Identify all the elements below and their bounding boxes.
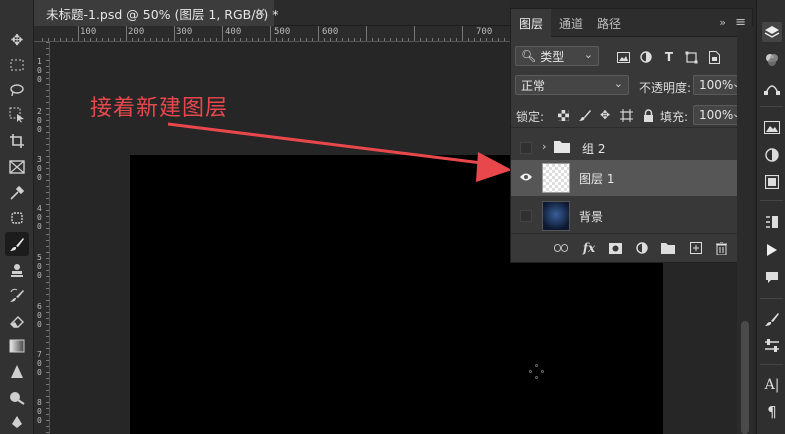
filter-kind-label: 类型 — [540, 49, 565, 64]
blend-mode-value: 正常 — [521, 78, 546, 93]
eye-icon[interactable] — [519, 170, 533, 186]
link-layers-icon[interactable] — [553, 240, 569, 256]
add-mask-icon[interactable] — [607, 240, 623, 256]
lock-transparent-icon[interactable] — [555, 107, 571, 123]
adjust-icon[interactable] — [762, 145, 782, 165]
folder-icon — [554, 140, 570, 156]
layer-thumbnail — [542, 201, 570, 231]
opacity-label: 不透明度: — [639, 81, 692, 95]
layers-panel: 图层 通道 路径 » ≡ 🔍︎ 类型 ⌄ T 正常 ⌄ 不透明度: 100% 锁… — [510, 8, 753, 263]
paragraph-icon[interactable]: ¶ — [762, 402, 782, 422]
fill-label: 填充: — [660, 110, 689, 124]
layer-row-pixel[interactable]: 图层 1 — [511, 160, 752, 196]
new-group-icon[interactable] — [660, 240, 676, 256]
document-scrollbar[interactable] — [737, 26, 753, 434]
paths-icon[interactable] — [762, 78, 782, 98]
layer-row-background[interactable]: 背景 — [511, 198, 752, 234]
lock-position-icon[interactable]: ✥ — [597, 107, 613, 123]
brush-settings-icon[interactable] — [762, 309, 782, 329]
filter-adjustment-icon[interactable] — [638, 49, 654, 65]
scroll-thumb[interactable] — [741, 321, 749, 434]
visibility-toggle[interactable] — [520, 142, 532, 154]
properties-icon[interactable] — [762, 212, 782, 232]
lock-artboard-icon[interactable] — [618, 107, 634, 123]
layers-icon[interactable] — [762, 22, 782, 42]
opacity-value: 100% — [699, 78, 734, 92]
fx-icon[interactable]: fx — [581, 240, 597, 256]
filter-pixel-icon[interactable] — [615, 49, 631, 65]
blend-row: 正常 ⌄ 不透明度: 100% ⌄ — [511, 75, 752, 99]
dock-separator — [760, 298, 783, 299]
delete-layer-icon[interactable] — [713, 240, 729, 256]
library-icon[interactable] — [762, 172, 782, 192]
filter-row: 🔍︎ 类型 ⌄ T — [511, 46, 752, 70]
chevron-right-icon[interactable]: › — [542, 140, 546, 153]
chevron-down-icon: ⌄ — [583, 48, 593, 61]
tab-layers[interactable]: 图层 — [511, 9, 552, 37]
fill-value: 100% — [699, 108, 734, 122]
layer-name: 背景 — [579, 210, 604, 224]
dock-separator — [760, 106, 783, 107]
channels-icon[interactable] — [762, 50, 782, 70]
comment-icon[interactable] — [762, 267, 782, 287]
character-icon[interactable]: A| — [762, 375, 782, 395]
search-icon: 🔍︎ — [521, 49, 537, 63]
tab-channels[interactable]: 通道 — [551, 9, 591, 37]
image-icon[interactable] — [762, 117, 782, 137]
layer-thumbnail — [542, 163, 570, 193]
chevron-down-icon: ⌄ — [613, 77, 623, 90]
blend-mode-select[interactable]: 正常 ⌄ — [515, 75, 629, 95]
sliders-icon[interactable] — [762, 336, 782, 356]
layer-name: 组 2 — [582, 142, 606, 156]
right-dock: A| ¶ — [756, 0, 785, 434]
dock-separator — [760, 364, 783, 365]
lock-label: 锁定: — [516, 110, 545, 124]
new-layer-icon[interactable] — [688, 240, 704, 256]
layers-footer: fx — [511, 233, 752, 261]
filter-shape-icon[interactable] — [683, 49, 699, 65]
filter-smart-object-icon[interactable] — [706, 49, 722, 65]
dock-separator — [760, 200, 783, 201]
layer-name: 图层 1 — [579, 172, 615, 186]
tab-paths[interactable]: 路径 — [589, 9, 629, 37]
collapse-icon[interactable]: » — [719, 16, 726, 29]
lock-all-icon[interactable] — [640, 107, 656, 123]
visibility-toggle[interactable] — [520, 210, 532, 222]
filter-kind-select[interactable]: 🔍︎ 类型 ⌄ — [515, 46, 599, 66]
lock-pixels-icon[interactable] — [577, 107, 593, 123]
new-adjustment-icon[interactable] — [634, 240, 650, 256]
filter-type-icon[interactable]: T — [661, 49, 677, 65]
play-icon[interactable] — [762, 240, 782, 260]
panel-tab-bar: 图层 通道 路径 » ≡ — [511, 9, 752, 37]
lock-row: 锁定: ✥ 填充: 100% ⌄ — [511, 104, 752, 128]
